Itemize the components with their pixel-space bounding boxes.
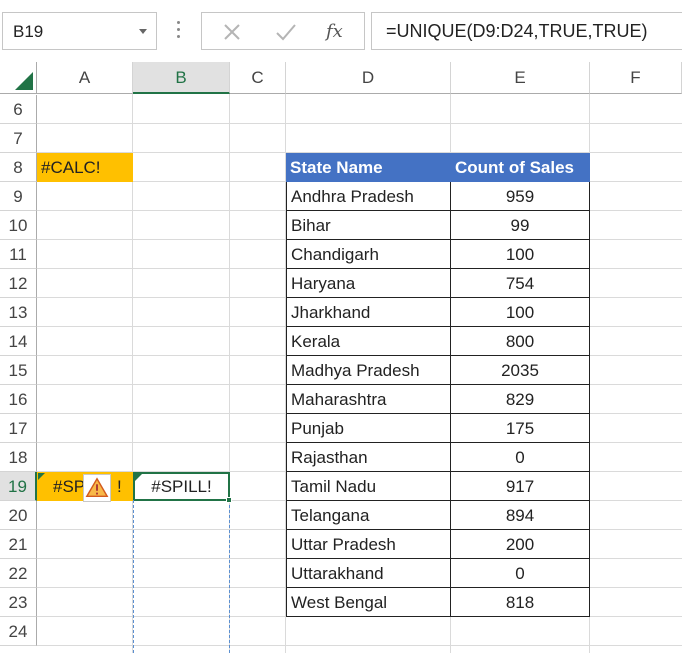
name-box-value: B19 <box>13 22 44 41</box>
formula-input[interactable]: =UNIQUE(D9:D24,TRUE,TRUE) <box>371 12 682 50</box>
table-cell-state-name[interactable]: Jharkhand <box>286 298 451 327</box>
column-header-a[interactable]: A <box>37 62 133 94</box>
row-header-11[interactable]: 11 <box>0 240 37 269</box>
table-cell-count-of-sales[interactable]: 200 <box>451 530 590 559</box>
row-header-10[interactable]: 10 <box>0 211 37 240</box>
table-header-state-name[interactable]: State Name <box>286 153 451 182</box>
table-cell-count-of-sales[interactable]: 0 <box>451 559 590 588</box>
table-cell-count-of-sales[interactable]: 917 <box>451 472 590 501</box>
column-header-c[interactable]: C <box>230 62 286 94</box>
formula-buttons: fx <box>201 12 365 50</box>
row-header-23[interactable]: 23 <box>0 588 37 617</box>
column-header-d[interactable]: D <box>286 62 451 94</box>
cell-a19-text-tail: ! <box>117 477 122 496</box>
formula-text: =UNIQUE(D9:D24,TRUE,TRUE) <box>386 21 648 41</box>
table-cell-state-name[interactable]: Uttarakhand <box>286 559 451 588</box>
cell-b19-text: #SPILL! <box>151 477 212 496</box>
formula-bar: B19 fx =UNIQUE(D9:D24,TRUE,TRUE) <box>0 0 682 62</box>
table-cell-count-of-sales[interactable]: 894 <box>451 501 590 530</box>
insert-function-button[interactable]: fx <box>326 21 350 43</box>
row-header-14[interactable]: 14 <box>0 327 37 356</box>
row-header-17[interactable]: 17 <box>0 414 37 443</box>
table-cell-count-of-sales[interactable]: 959 <box>451 182 590 211</box>
column-header-e[interactable]: E <box>451 62 590 94</box>
table-cell-state-name[interactable]: Uttar Pradesh <box>286 530 451 559</box>
table-cell-count-of-sales[interactable]: 100 <box>451 298 590 327</box>
table-cell-count-of-sales[interactable]: 175 <box>451 414 590 443</box>
gridline-row <box>37 123 682 124</box>
row-header-18[interactable]: 18 <box>0 443 37 472</box>
row-header-19[interactable]: 19 <box>0 472 37 501</box>
table-cell-state-name[interactable]: West Bengal <box>286 588 451 617</box>
column-header-b[interactable]: B <box>133 62 230 94</box>
table-cell-state-name[interactable]: Telangana <box>286 501 451 530</box>
warning-icon[interactable] <box>83 474 111 502</box>
cell-b19-selected[interactable]: #SPILL! <box>133 472 230 501</box>
checkmark-icon[interactable] <box>274 21 298 43</box>
select-all-button[interactable] <box>0 62 37 94</box>
table-cell-state-name[interactable]: Punjab <box>286 414 451 443</box>
table-cell-state-name[interactable]: Rajasthan <box>286 443 451 472</box>
row-header-24[interactable]: 24 <box>0 617 37 646</box>
row-header-6[interactable]: 6 <box>0 95 37 124</box>
fill-handle[interactable] <box>226 497 232 503</box>
table-cell-count-of-sales[interactable]: 818 <box>451 588 590 617</box>
worksheet-grid: A B C D E F 6 7 8 9 10 11 12 13 14 15 16 17 18 19 20 21… <box>0 62 682 653</box>
table-cell-state-name[interactable]: Kerala <box>286 327 451 356</box>
row-header-15[interactable]: 15 <box>0 356 37 385</box>
spill-range-border <box>133 500 230 653</box>
error-indicator-icon <box>135 474 142 481</box>
table-cell-count-of-sales[interactable]: 800 <box>451 327 590 356</box>
row-header-12[interactable]: 12 <box>0 269 37 298</box>
table-cell-count-of-sales[interactable]: 2035 <box>451 356 590 385</box>
cancel-icon[interactable] <box>220 21 244 43</box>
table-cell-state-name[interactable]: Andhra Pradesh <box>286 182 451 211</box>
table-cell-count-of-sales[interactable]: 100 <box>451 240 590 269</box>
error-indicator-icon <box>38 473 45 480</box>
table-cell-count-of-sales[interactable]: 0 <box>451 443 590 472</box>
row-header-7[interactable]: 7 <box>0 124 37 153</box>
cell-a19-text: #SP <box>53 477 86 496</box>
more-options-icon[interactable] <box>175 19 181 41</box>
table-cell-state-name[interactable]: Madhya Pradesh <box>286 356 451 385</box>
row-header-21[interactable]: 21 <box>0 530 37 559</box>
table-cell-state-name[interactable]: Bihar <box>286 211 451 240</box>
table-cell-count-of-sales[interactable]: 99 <box>451 211 590 240</box>
row-header-20[interactable]: 20 <box>0 501 37 530</box>
name-box[interactable]: B19 <box>2 12 157 50</box>
table-cell-count-of-sales[interactable]: 754 <box>451 269 590 298</box>
table-cell-state-name[interactable]: Tamil Nadu <box>286 472 451 501</box>
chevron-down-icon[interactable] <box>139 29 147 34</box>
table-cell-state-name[interactable]: Haryana <box>286 269 451 298</box>
table-cell-state-name[interactable]: Maharashtra <box>286 385 451 414</box>
row-header-13[interactable]: 13 <box>0 298 37 327</box>
table-cell-state-name[interactable]: Chandigarh <box>286 240 451 269</box>
column-header-f[interactable]: F <box>590 62 682 94</box>
table-cell-count-of-sales[interactable]: 829 <box>451 385 590 414</box>
row-header-22[interactable]: 22 <box>0 559 37 588</box>
cell-a8-error[interactable]: #CALC! <box>37 153 133 182</box>
row-header-16[interactable]: 16 <box>0 385 37 414</box>
table-header-count-of-sales[interactable]: Count of Sales <box>451 153 590 182</box>
row-header-8[interactable]: 8 <box>0 153 37 182</box>
row-header-9[interactable]: 9 <box>0 182 37 211</box>
